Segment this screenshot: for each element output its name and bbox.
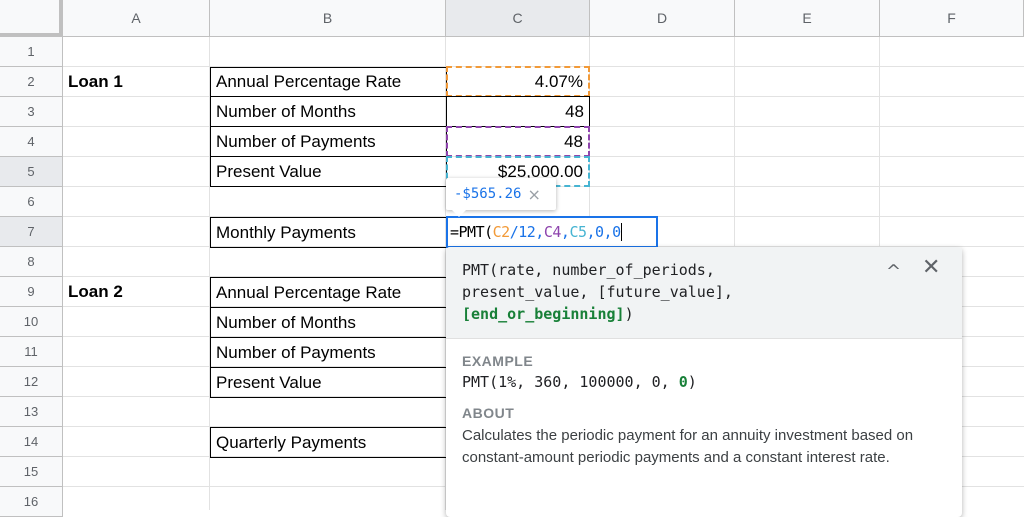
cell-b3[interactable]: Number of Months — [210, 96, 447, 127]
signature-close: ) — [624, 305, 634, 323]
close-icon[interactable]: × — [527, 185, 540, 204]
formula-token: , — [560, 223, 570, 241]
result-preview-value: -$565.26 — [454, 186, 522, 202]
corner-cell[interactable] — [0, 0, 63, 37]
cell-b9[interactable]: Annual Percentage Rate — [210, 277, 447, 308]
col-header-f[interactable]: F — [880, 0, 1024, 37]
cell-a9[interactable]: Loan 2 — [63, 277, 128, 307]
row-header-9[interactable]: 9 — [0, 277, 63, 307]
formula-token: ,0,0 — [586, 223, 622, 241]
cell-b10[interactable]: Number of Months — [210, 307, 447, 338]
cell-a2[interactable]: Loan 1 — [63, 67, 128, 97]
signature-line: PMT(rate, number_of_periods, — [462, 261, 715, 279]
cell-b5[interactable]: Present Value — [210, 156, 447, 187]
row-header-8[interactable]: 8 — [0, 247, 63, 277]
row-header-14[interactable]: 14 — [0, 427, 63, 457]
function-help-panel: PMT(rate, number_of_periods, present_val… — [446, 247, 962, 517]
col-header-b[interactable]: B — [210, 0, 446, 37]
chevron-up-icon[interactable]: ^ — [886, 261, 901, 283]
row-header-3[interactable]: 3 — [0, 97, 63, 127]
example-text: ) — [687, 373, 697, 391]
formula-token: /12, — [509, 223, 545, 241]
cell-c4[interactable]: 48 — [446, 126, 590, 157]
col-header-a[interactable]: A — [63, 0, 210, 37]
row-header-2[interactable]: 2 — [0, 67, 63, 97]
close-icon[interactable]: ✕ — [922, 257, 940, 279]
cell-b14[interactable]: Quarterly Payments — [210, 427, 447, 458]
col-header-d[interactable]: D — [590, 0, 735, 37]
row-header-5[interactable]: 5 — [0, 157, 63, 187]
example-formula: PMT(1%, 360, 100000, 0, 0) — [462, 373, 946, 391]
formula-ref-c5: C5 — [569, 223, 587, 241]
cell-b12[interactable]: Present Value — [210, 367, 447, 398]
formula-token: =PMT( — [450, 223, 493, 241]
formula-ref-c2: C2 — [492, 223, 511, 241]
cell-b11[interactable]: Number of Payments — [210, 337, 447, 368]
active-argument: [end_or_beginning] — [462, 305, 625, 323]
col-header-c[interactable]: C — [446, 0, 590, 37]
result-preview-tooltip: -$565.26 × — [446, 178, 556, 217]
row-header-1[interactable]: 1 — [0, 37, 63, 67]
cell-editor-c7[interactable]: =PMT(C2/12, C4, C5,0,0 — [446, 216, 658, 248]
row-header-16[interactable]: 16 — [0, 487, 63, 517]
cell-b4[interactable]: Number of Payments — [210, 126, 447, 157]
example-label: EXAMPLE — [462, 353, 534, 369]
formula-ref-c4: C4 — [543, 223, 562, 241]
example-active-arg: 0 — [678, 373, 688, 391]
text-cursor — [620, 223, 622, 241]
about-text: Calculates the periodic payment for an a… — [462, 427, 914, 466]
signature-line: [end_or_beginning]) — [462, 303, 946, 325]
cell-b2[interactable]: Annual Percentage Rate — [210, 67, 447, 97]
signature-line: present_value, [future_value], — [462, 283, 733, 301]
row-header-12[interactable]: 12 — [0, 367, 63, 397]
row-header-13[interactable]: 13 — [0, 397, 63, 427]
function-signature: PMT(rate, number_of_periods, present_val… — [446, 247, 962, 339]
example-text: PMT(1%, 360, 100000, 0, — [462, 373, 679, 391]
row-header-4[interactable]: 4 — [0, 127, 63, 157]
row-header-7[interactable]: 7 — [0, 217, 63, 247]
cell-c3[interactable]: 48 — [446, 96, 590, 127]
col-header-e[interactable]: E — [735, 0, 880, 37]
cell-c2[interactable]: 4.07% — [446, 66, 590, 97]
row-header-15[interactable]: 15 — [0, 457, 63, 487]
row-header-6[interactable]: 6 — [0, 187, 63, 217]
cell-b7[interactable]: Monthly Payments — [210, 217, 447, 248]
row-header-11[interactable]: 11 — [0, 337, 63, 367]
row-header-10[interactable]: 10 — [0, 307, 63, 337]
about-label: ABOUT — [462, 405, 515, 421]
